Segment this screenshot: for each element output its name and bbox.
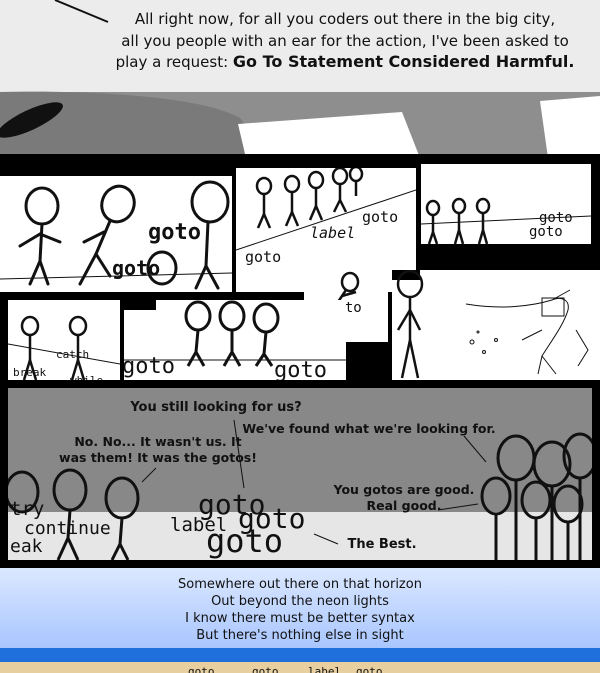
montage-panel-1: goto goto <box>0 176 232 292</box>
lyric-line-1: Somewhere out there on that horizon <box>178 577 422 592</box>
try-keyword: try <box>10 498 45 520</box>
goto-word: goto <box>245 248 282 266</box>
goto-word: goto <box>112 256 161 280</box>
stick-figure-trio <box>421 197 591 244</box>
speech-found: We've found what we're looking for. <box>242 421 496 436</box>
speech-gotos-good-line-1: You gotos are good. <box>333 482 475 497</box>
song-title: Go To Statement Considered Harmful. <box>232 52 575 71</box>
desert-ground: goto goto label goto <box>0 662 600 673</box>
goto-word: goto <box>362 208 399 226</box>
big-goto-word: goto <box>206 522 284 560</box>
lyrics-panel: Somewhere out there on that horizon Out … <box>0 568 600 648</box>
dinosaur-attack-art <box>396 270 589 379</box>
label-word: label <box>310 224 356 242</box>
lyric-line-2: Out beyond the neon lights <box>211 594 389 609</box>
speech-gotos-good-line-2: Real good. <box>366 498 442 513</box>
goto-word: goto <box>148 220 201 245</box>
neon-horizon-band <box>0 648 600 662</box>
goto-sign: goto <box>356 665 383 673</box>
lyric-line-4: But there's nothing else in sight <box>196 628 404 643</box>
break-keyword: eak <box>10 536 43 557</box>
label-sign: label <box>308 665 342 673</box>
intro-caption-prefix: play a request: <box>115 53 233 71</box>
goto-word: goto <box>529 224 563 240</box>
montage-panel-7: goto goto <box>124 300 346 382</box>
goto-word: goto <box>124 354 175 379</box>
intro-caption-line-1: All right now, for all you coders out th… <box>134 10 556 28</box>
break-keyword: break <box>13 366 47 379</box>
speech-wasnt-us-line-2: was them! It was the gotos! <box>59 450 257 465</box>
lyric-line-3: I know there must be better syntax <box>185 611 415 626</box>
confrontation-scene: You still looking for us? No. No... It w… <box>8 388 592 560</box>
montage-panel-5 <box>392 270 600 382</box>
speech-the-best: The Best. <box>347 537 417 552</box>
goto-sign: goto <box>188 665 215 673</box>
catch-keyword: catch <box>56 348 90 361</box>
speech-still-looking: You still looking for us? <box>130 400 302 415</box>
intro-caption-line-3: play a request: Go To Statement Consider… <box>90 52 600 72</box>
goto-word: goto <box>274 358 327 382</box>
montage-panel-6: catch break while <box>8 300 120 380</box>
intro-panel: All right now, for all you coders out th… <box>0 0 600 158</box>
goto-sign: goto <box>252 665 279 673</box>
intro-caption-line-2: all you people with an ear for the actio… <box>121 32 569 50</box>
montage-panel-3: goto goto <box>421 164 591 244</box>
